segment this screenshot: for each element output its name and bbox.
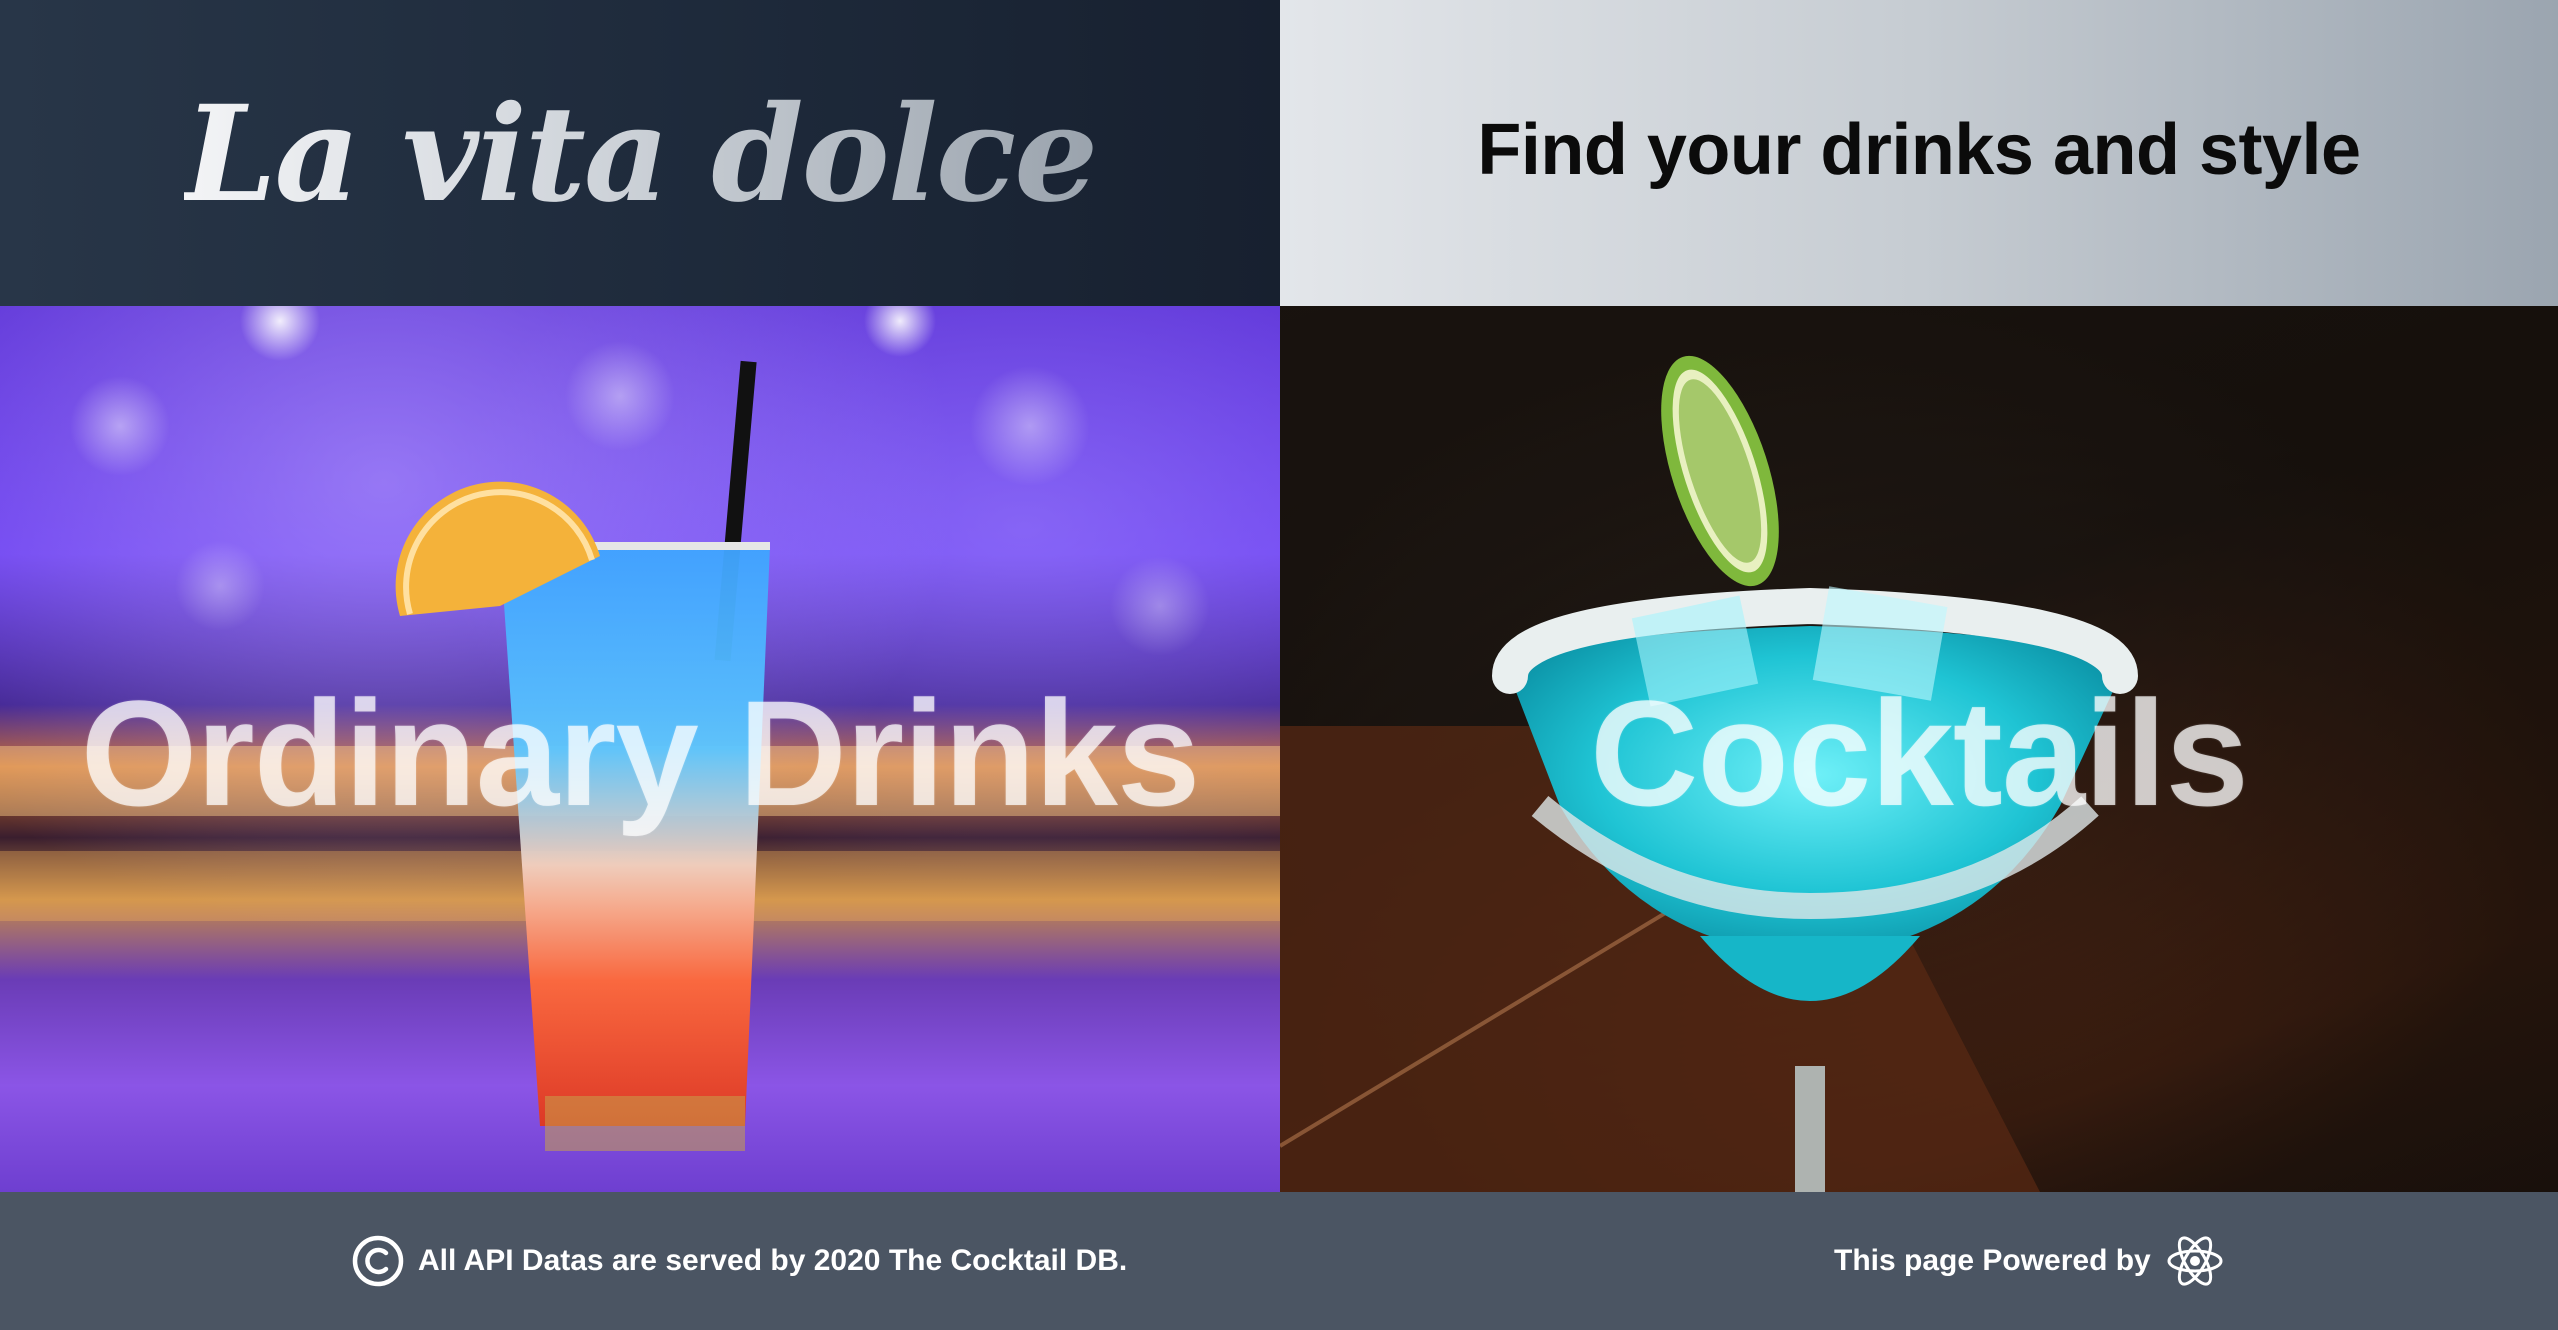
brand-title: La vita dolce bbox=[183, 76, 1098, 232]
ordinary-drinks-card[interactable]: Ordinary Drinks bbox=[0, 306, 1280, 1192]
page: La vita dolce Find your drinks and style bbox=[0, 0, 2558, 1330]
cocktails-card[interactable]: Cocktails bbox=[1280, 306, 2558, 1192]
tagline: Find your drinks and style bbox=[1477, 110, 2361, 190]
copyright-text: All API Datas are served by 2020 The Coc… bbox=[418, 1244, 1128, 1277]
ordinary-drinks-label: Ordinary Drinks bbox=[80, 668, 1201, 837]
powered-by-text: This page Powered by bbox=[1834, 1244, 2151, 1277]
brand-area: La vita dolce bbox=[0, 0, 1280, 306]
cocktails-label: Cocktails bbox=[1590, 668, 2249, 837]
tagline-area: Find your drinks and style bbox=[1280, 0, 2558, 306]
footer: All API Datas are served by 2020 The Coc… bbox=[0, 1192, 2558, 1330]
react-icon[interactable] bbox=[2165, 1232, 2225, 1290]
copyright-notice: All API Datas are served by 2020 The Coc… bbox=[352, 1234, 1127, 1288]
powered-by: This page Powered by bbox=[1834, 1232, 2225, 1290]
header: La vita dolce Find your drinks and style bbox=[0, 0, 2558, 306]
category-panels: Ordinary Drinks Cocktails bbox=[0, 306, 2558, 1192]
copyright-icon bbox=[352, 1235, 404, 1287]
